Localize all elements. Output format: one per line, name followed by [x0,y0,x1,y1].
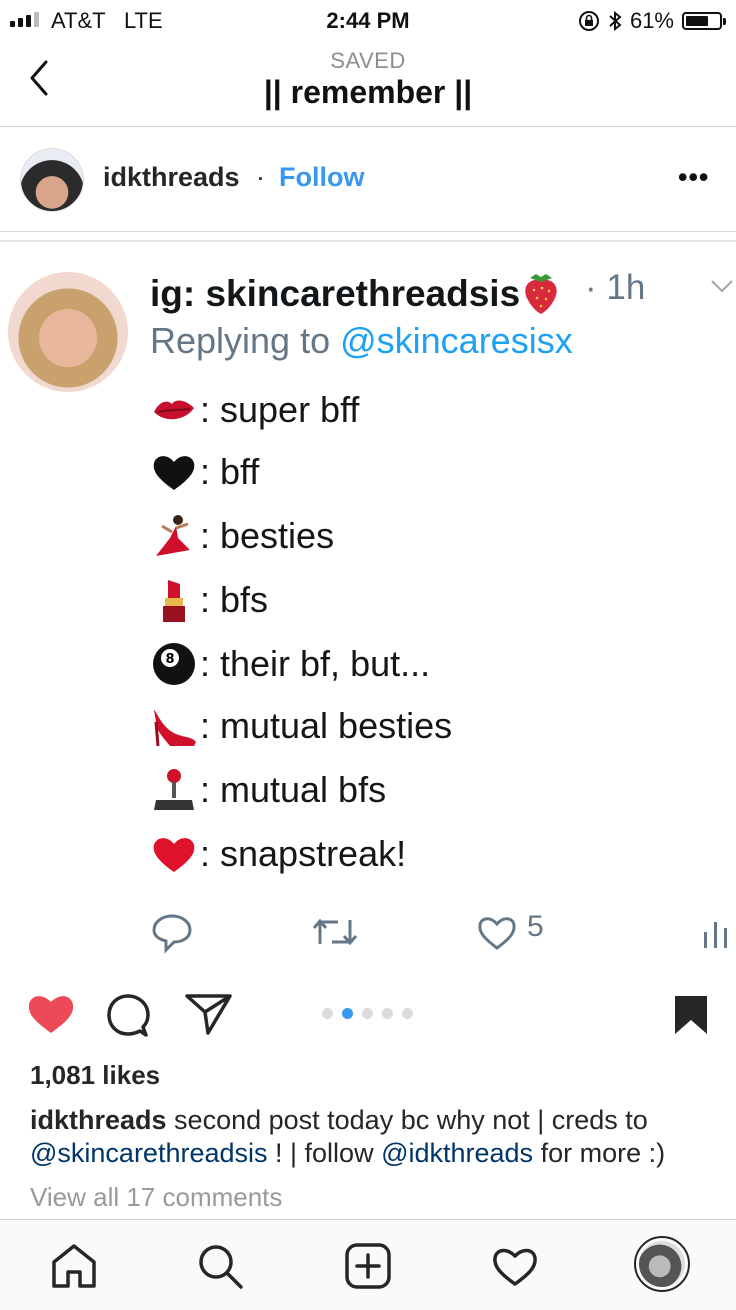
username-separator: · [256,162,265,192]
tweet-replying-to: Replying to @skincaresisx [150,320,573,361]
carousel-dot [362,1008,373,1019]
poster-avatar[interactable] [20,148,84,212]
orientation-lock-icon [578,11,599,31]
profile-avatar-tab[interactable] [634,1236,690,1292]
carousel-indicator [322,1008,413,1019]
red-heart-icon [153,838,195,872]
like-heart-icon[interactable] [26,991,76,1035]
strawberry-icon [525,274,557,314]
tweet-avatar [8,272,128,392]
view-all-comments-link[interactable]: View all 17 comments [30,1182,282,1213]
carousel-dot [402,1008,413,1019]
carousel-dot-active [342,1008,353,1019]
analytics-icon [704,922,727,948]
like-count[interactable]: 1,081 likes [30,1060,160,1091]
heart-outline-icon [478,917,516,950]
8-ball-icon: 8 [153,643,195,685]
svg-text:8: 8 [165,652,174,667]
tweet-display-name: ig: skincarethreadsis [150,268,562,315]
tweet-like-count: 5 [527,910,544,943]
tweet-time: · 1h [585,268,646,307]
tweet-line: : mutual besties [150,702,452,750]
more-options-icon[interactable]: ••• [678,162,709,193]
follow-button[interactable]: Follow [279,162,364,193]
carousel-dot [382,1008,393,1019]
activity-heart-icon[interactable] [490,1244,540,1288]
caption-mention[interactable]: @idkthreads [381,1138,533,1168]
battery-icon [682,12,726,30]
kiss-mark-icon [154,400,194,420]
status-right: 61% [578,8,726,34]
battery-percent: 61% [629,8,674,33]
tweet-line: : snapstreak! [150,830,406,878]
joystick-icon [154,769,194,810]
tweet-line: : mutual bfs [150,766,386,814]
status-bar: AT&T LTE 2:44 PM 61% [0,0,736,40]
lipstick-icon [163,580,185,622]
bluetooth-icon [609,10,622,32]
tweet-line: : besties [150,512,334,560]
tweet-line: : bfs [150,576,268,624]
tweet-line: : super bff [150,386,359,434]
share-direct-icon[interactable] [184,991,234,1037]
tweet-line: 8 : their bf, but... [150,640,430,688]
saved-bookmark-icon[interactable] [672,993,710,1037]
divider [0,231,736,232]
saved-label: SAVED [330,48,406,73]
caption-mention[interactable]: @skincarethreadsis [30,1138,268,1168]
bottom-tab-bar [0,1219,736,1310]
dancer-icon [156,515,190,556]
black-heart-icon [153,456,195,490]
home-icon[interactable] [50,1242,98,1288]
profile-avatar [639,1241,685,1287]
replying-handle: @skincaresisx [340,320,573,361]
post-caption: idkthreads second post today bc why not … [30,1105,666,1168]
post-username[interactable]: idkthreads [103,162,240,193]
new-post-icon[interactable] [344,1242,392,1290]
chevron-down-icon [711,280,733,293]
high-heel-icon [154,710,196,747]
caption-username[interactable]: idkthreads [30,1105,167,1135]
collection-title: || remember || [263,74,473,110]
carousel-dot [322,1008,333,1019]
tweet-actions: 5 [150,908,730,958]
divider [0,240,736,242]
comment-icon[interactable] [104,991,154,1039]
nav-header: SAVED || remember || [0,40,736,127]
search-icon[interactable] [196,1242,244,1290]
reply-icon [152,914,192,954]
retweet-icon [312,918,358,946]
tweet-line: : bff [150,448,259,496]
